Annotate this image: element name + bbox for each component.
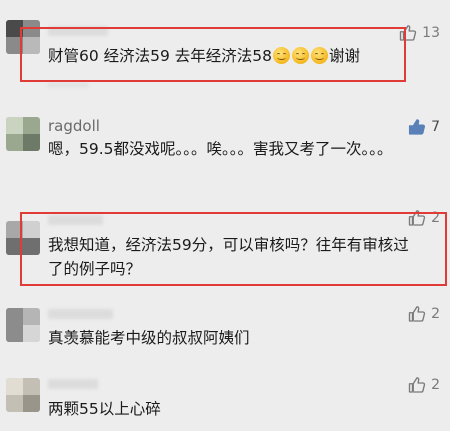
thumbs-up-icon (408, 377, 426, 393)
comment-item: ragdoll 嗯，59.5都没戏呢。。。唉。。。害我又考了一次。。。 7 (0, 95, 450, 203)
like-button[interactable]: 2 (408, 376, 440, 393)
comment-text: 真羡慕能考中级的叔叔阿姨们 (48, 329, 250, 347)
like-count: 13 (422, 24, 440, 41)
comment-item: 我想知道，经济法59分，可以审核吗？往年有审核过了的例子吗？ 2 (0, 203, 450, 291)
comment-item: 财管60 经济法59 去年经济法58 谢谢 13 (0, 0, 450, 95)
thumbs-up-icon (409, 119, 426, 135)
like-button[interactable]: 2 (408, 305, 440, 322)
thumbs-up-icon (408, 306, 426, 322)
comment-item: 真羡慕能考中级的叔叔阿姨们 2 (0, 291, 450, 363)
username[interactable]: ragdoll (48, 117, 100, 135)
blurred-reply (48, 82, 88, 88)
comment-text: 嗯，59.5都没戏呢。。。唉。。。害我又考了一次。。。 (48, 140, 393, 158)
username-blurred (48, 309, 113, 319)
comment-item: 两颗55以上心碎 2 (0, 363, 450, 431)
username-blurred (48, 379, 98, 389)
like-button[interactable]: 7 (408, 118, 440, 135)
highlight-box (20, 212, 447, 286)
avatar[interactable] (6, 378, 40, 412)
like-count: 2 (431, 305, 440, 322)
avatar[interactable] (6, 117, 40, 151)
highlight-box (20, 27, 406, 82)
avatar[interactable] (6, 308, 40, 342)
comment-text: 两颗55以上心碎 (48, 400, 161, 418)
like-count: 2 (431, 376, 440, 393)
like-count: 7 (431, 118, 440, 135)
